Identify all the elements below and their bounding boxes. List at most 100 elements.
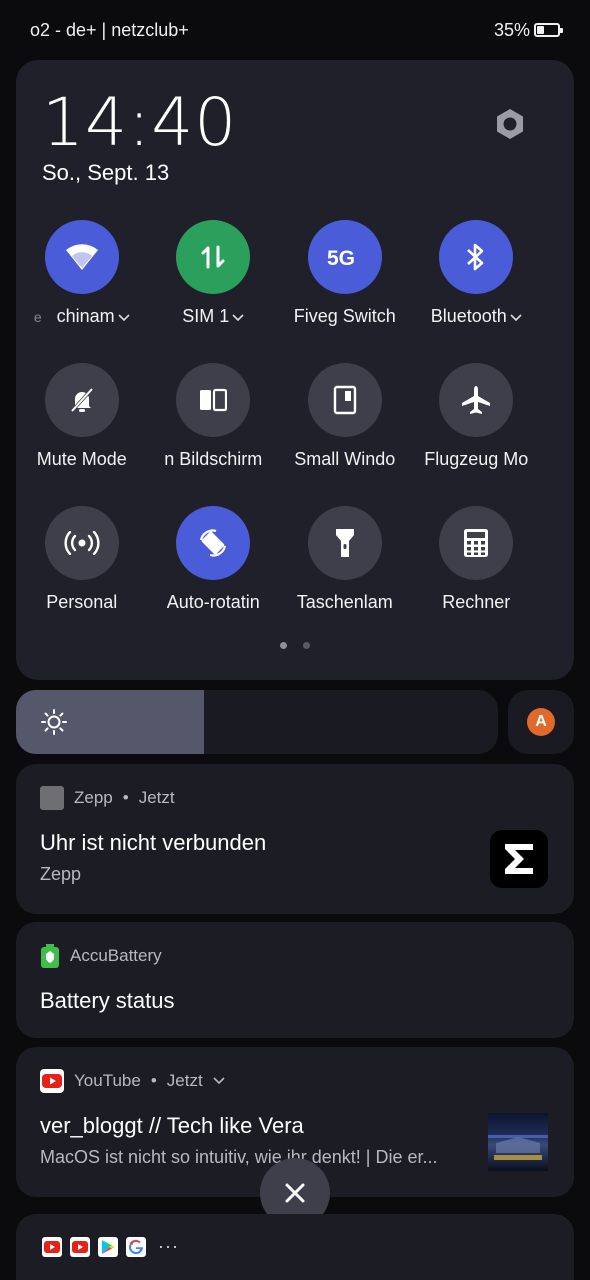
quick-settings-panel: 14:40 So., Sept. 13 e chinam SIM 1 5G Fiveg …	[16, 60, 574, 680]
battery-icon	[534, 23, 563, 37]
page-dot[interactable]	[280, 642, 287, 649]
auto-brightness-icon: A	[527, 708, 555, 736]
gear-icon	[497, 109, 523, 139]
hotspot-icon[interactable]	[44, 506, 119, 580]
notification-accubattery[interactable]: AccuBattery Battery status	[16, 922, 574, 1038]
calculator-icon[interactable]	[439, 506, 514, 580]
flashlight-icon[interactable]	[307, 506, 382, 580]
notification-header: AccuBattery	[40, 944, 162, 968]
auto-brightness-button[interactable]: A	[508, 690, 574, 754]
quick-tile-label[interactable]: Taschenlam	[286, 592, 404, 613]
quick-tile-label[interactable]: Flugzeug Mo	[417, 449, 535, 470]
label-overflow-fragment: e	[33, 308, 42, 325]
zepp-logo-icon	[490, 830, 548, 888]
small-window-icon[interactable]	[307, 363, 382, 437]
5g-icon[interactable]: 5G	[307, 220, 382, 294]
quick-tile-label-text: Rechner	[442, 592, 511, 612]
youtube-app-icon	[40, 1069, 64, 1093]
auto-rotate-icon[interactable]	[176, 506, 251, 580]
quick-tile-label[interactable]: Bluetooth	[417, 306, 535, 327]
quick-tile-calculator[interactable]: Rechner	[411, 506, 543, 649]
sun-icon	[41, 709, 67, 735]
quick-tile-mute[interactable]: Mute Mode	[16, 363, 148, 506]
notification-time: Jetzt	[166, 1071, 203, 1090]
quick-tile-wifi[interactable]: e chinam	[16, 220, 148, 363]
grouped-notifications[interactable]: ···	[16, 1214, 574, 1280]
video-thumbnail	[488, 1113, 548, 1171]
notification-app-name: AccuBattery	[70, 946, 162, 965]
mobile-data-icon[interactable]	[176, 220, 251, 294]
quick-tile-label-text: SIM 1	[182, 306, 230, 326]
notification-body: MacOS ist nicht so intuitiv, wie ihr den…	[40, 1147, 438, 1167]
quick-tile-label[interactable]: n Bildschirm	[154, 449, 272, 470]
quick-tiles-grid: e chinam SIM 1 5G Fiveg Switch Bluetooth Mute …	[16, 220, 574, 649]
battery-level-fill	[537, 26, 544, 34]
play-store-icon	[98, 1236, 118, 1257]
youtube-icon	[42, 1236, 62, 1257]
settings-button[interactable]	[492, 106, 528, 142]
notification-time: Jetzt	[138, 788, 175, 807]
quick-tile-label-text: n Bildschirm	[164, 449, 263, 469]
notification-app-name: Zepp	[74, 788, 113, 807]
quick-tile-airplane[interactable]: Flugzeug Mo	[411, 363, 543, 506]
battery-indicator: 35%	[493, 19, 563, 41]
quick-tile-label[interactable]: Fiveg Switch	[286, 306, 404, 327]
chevron-down-icon[interactable]	[510, 306, 522, 327]
quick-tile-label-text: Auto-rotatin	[166, 592, 260, 612]
google-icon	[126, 1236, 146, 1257]
quick-tile-auto-rotate[interactable]: Auto-rotatin	[148, 506, 280, 649]
chevron-down-icon[interactable]	[232, 306, 244, 327]
more-icon: ···	[158, 1236, 179, 1256]
quick-tile-label[interactable]: e chinam	[23, 306, 141, 327]
quick-tile-label[interactable]: Auto-rotatin	[154, 592, 272, 613]
wifi-icon[interactable]	[44, 220, 119, 294]
quick-tile-label[interactable]: Small Windo	[286, 449, 404, 470]
clock[interactable]: 14:40	[42, 84, 237, 161]
notification-header: Zepp • Jetzt	[40, 786, 175, 810]
notification-header: YouTube • Jetzt	[40, 1069, 225, 1093]
notification-title: ver_bloggt // Tech like Vera	[40, 1113, 304, 1138]
quick-tile-label[interactable]: Rechner	[417, 592, 535, 613]
quick-tile-hotspot[interactable]: Personal	[16, 506, 148, 649]
chevron-down-icon[interactable]	[118, 306, 130, 327]
status-bar: o2 - de+ | netzclub+ 35%	[0, 0, 590, 60]
youtube-icon	[70, 1236, 90, 1257]
battery-percent: 35%	[493, 19, 530, 40]
quick-tile-label-text: chinam	[56, 306, 115, 326]
notification-app-name: YouTube	[74, 1071, 141, 1090]
date[interactable]: So., Sept. 13	[42, 160, 169, 186]
quick-tile-label-text: Fiveg Switch	[293, 306, 396, 326]
quick-tile-label-text: Small Windo	[294, 449, 396, 469]
mute-icon[interactable]	[44, 363, 119, 437]
notification-title: Battery status	[40, 988, 175, 1013]
quick-tile-5g[interactable]: 5G Fiveg Switch	[279, 220, 411, 363]
notification-title: Uhr ist nicht verbunden	[40, 830, 267, 855]
notification-body: Zepp	[40, 864, 82, 884]
quick-tile-label[interactable]: Mute Mode	[23, 449, 141, 470]
airplane-icon[interactable]	[439, 363, 514, 437]
page-indicator	[16, 642, 574, 649]
quick-tile-label[interactable]: Personal	[23, 592, 141, 613]
accubattery-app-icon	[41, 944, 59, 968]
quick-tile-label-text: Taschenlam	[296, 592, 393, 612]
brightness-slider[interactable]	[16, 690, 498, 754]
quick-tile-label-text: Personal	[46, 592, 118, 612]
close-icon	[285, 1183, 305, 1203]
quick-tile-label-text: Flugzeug Mo	[424, 449, 529, 469]
quick-tile-label[interactable]: SIM 1	[154, 306, 272, 327]
quick-tile-small-window[interactable]: Small Windo	[279, 363, 411, 506]
quick-tile-bluetooth[interactable]: Bluetooth	[411, 220, 543, 363]
notification-zepp[interactable]: Zepp • Jetzt Uhr ist nicht verbunden Zep…	[16, 764, 574, 914]
page-dot[interactable]	[303, 642, 310, 649]
separator-dot: •	[122, 788, 129, 807]
grouped-app-icons: ···	[42, 1236, 179, 1257]
quick-tile-mobile-data[interactable]: SIM 1	[148, 220, 280, 363]
bluetooth-icon[interactable]	[439, 220, 514, 294]
quick-tile-flashlight[interactable]: Taschenlam	[279, 506, 411, 649]
carrier-label: o2 - de+ | netzclub+	[30, 19, 189, 40]
quick-tile-split-screen[interactable]: n Bildschirm	[148, 363, 280, 506]
chevron-down-icon[interactable]	[213, 1077, 225, 1085]
split-screen-icon[interactable]	[176, 363, 251, 437]
quick-tile-label-text: Bluetooth	[430, 306, 507, 326]
quick-tile-label-text: Mute Mode	[36, 449, 127, 469]
